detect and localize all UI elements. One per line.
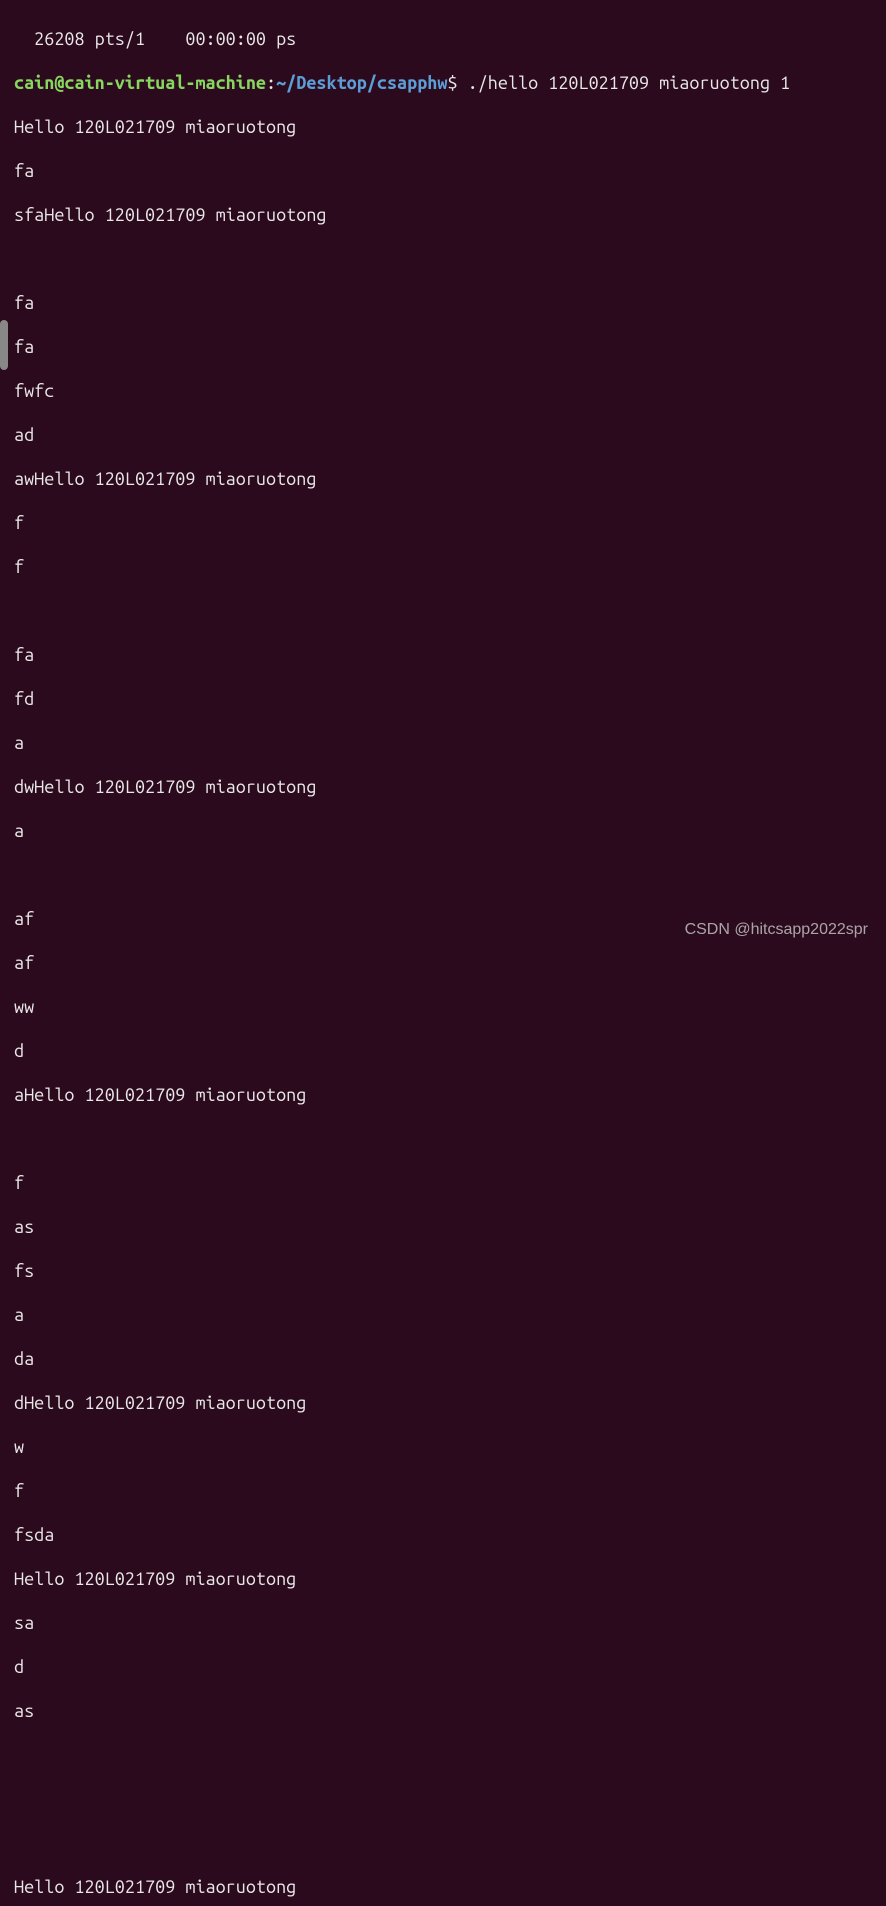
output-line: w xyxy=(14,1436,872,1458)
prompt-user: cain@cain-virtual-machine xyxy=(14,73,266,93)
output-line: d xyxy=(14,1040,872,1062)
output-line: Hello 120L021709 miaoruotong xyxy=(14,116,872,138)
output-line: af xyxy=(14,952,872,974)
prompt-path: ~/Desktop/csapphw xyxy=(276,73,447,93)
output-line: aHello 120L021709 miaoruotong xyxy=(14,1084,872,1106)
output-line: fwfc xyxy=(14,380,872,402)
prompt-colon: : xyxy=(266,73,276,93)
output-line: f xyxy=(14,1172,872,1194)
output-line xyxy=(14,1788,872,1810)
output-line: as xyxy=(14,1700,872,1722)
output-line: sfaHello 120L021709 miaoruotong xyxy=(14,204,872,226)
output-line: f xyxy=(14,1480,872,1502)
output-line: a xyxy=(14,1304,872,1326)
output-line: awHello 120L021709 miaoruotong xyxy=(14,468,872,490)
output-line xyxy=(14,1744,872,1766)
output-line: ww xyxy=(14,996,872,1018)
output-line xyxy=(14,248,872,270)
terminal-output[interactable]: 26208 pts/1 00:00:00 ps cain@cain-virtua… xyxy=(0,0,886,1906)
output-line: a xyxy=(14,820,872,842)
prompt-dollar: $ xyxy=(447,73,467,93)
prompt-line: cain@cain-virtual-machine:~/Desktop/csap… xyxy=(14,72,872,94)
output-line: dwHello 120L021709 miaoruotong xyxy=(14,776,872,798)
output-line xyxy=(14,1128,872,1150)
output-line: Hello 120L021709 miaoruotong xyxy=(14,1876,872,1898)
output-line: f xyxy=(14,512,872,534)
output-line xyxy=(14,600,872,622)
output-line: f xyxy=(14,556,872,578)
output-line: dHello 120L021709 miaoruotong xyxy=(14,1392,872,1414)
output-line: fa xyxy=(14,644,872,666)
output-line: fa xyxy=(14,336,872,358)
output-line xyxy=(14,1832,872,1854)
output-line: d xyxy=(14,1656,872,1678)
output-line: fa xyxy=(14,292,872,314)
watermark-text: CSDN @hitcsapp2022spr xyxy=(685,919,868,941)
output-line: fd xyxy=(14,688,872,710)
command-text: ./hello 120L021709 miaoruotong 1 xyxy=(468,73,791,93)
output-line: as xyxy=(14,1216,872,1238)
output-line: ad xyxy=(14,424,872,446)
output-line xyxy=(14,864,872,886)
output-line: Hello 120L021709 miaoruotong xyxy=(14,1568,872,1590)
output-line: da xyxy=(14,1348,872,1370)
ps-output-line: 26208 pts/1 00:00:00 ps xyxy=(14,28,872,50)
output-line: fsda xyxy=(14,1524,872,1546)
output-line: sa xyxy=(14,1612,872,1634)
output-line: a xyxy=(14,732,872,754)
output-line: fa xyxy=(14,160,872,182)
output-line: fs xyxy=(14,1260,872,1282)
